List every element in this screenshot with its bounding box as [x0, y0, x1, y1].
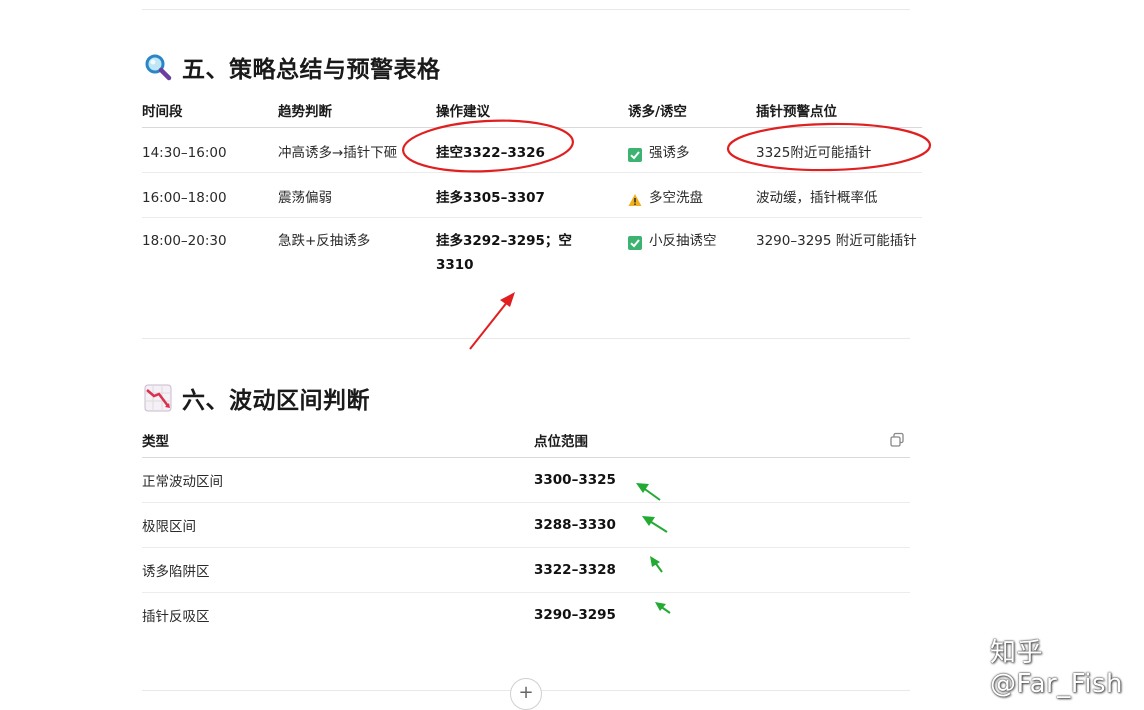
watermark: 知乎 @Far_Fish	[990, 638, 1124, 699]
cell-trend: 冲高诱多→插针下砸	[278, 145, 398, 161]
check-mark-icon	[628, 146, 642, 162]
table-row: 14:30–16:00 冲高诱多→插针下砸 挂空3322–3326 强诱多 33…	[142, 127, 922, 173]
section6-heading: 六、波动区间判断	[144, 381, 370, 415]
cell-lure: 多空洗盘	[628, 173, 703, 210]
chart-decreasing-icon	[144, 384, 172, 412]
cell-range: 3300–3325	[534, 457, 910, 503]
cell-time: 14:30–16:00	[142, 145, 227, 161]
check-mark-icon	[628, 234, 642, 250]
cell-range: 3290–3295	[534, 607, 616, 623]
cell-time: 18:00–20:30	[142, 233, 227, 249]
range-table: 类型 点位范围 正常波动区间 3300–3325 极限区间 3288–3330 …	[142, 423, 910, 637]
col-header-time: 时间段	[142, 93, 278, 128]
cell-warning: 3325附近可能插针	[756, 145, 872, 161]
add-block-button[interactable]: +	[510, 678, 542, 710]
table-row: 诱多陷阱区 3322–3328	[142, 547, 910, 593]
cell-lure-text: 强诱多	[649, 145, 690, 161]
col-header-range: 点位范围	[534, 423, 910, 458]
section5-title: 五、策略总结与预警表格	[182, 57, 441, 83]
table-row: 极限区间 3288–3330	[142, 502, 910, 548]
cell-type: 正常波动区间	[142, 457, 534, 503]
cell-trend: 震荡偏弱	[278, 190, 332, 206]
col-header-type: 类型	[142, 423, 534, 458]
cell-lure: 强诱多	[628, 128, 690, 165]
strategy-table: 时间段 趋势判断 操作建议 诱多/诱空 插针预警点位 14:30–16:00 冲…	[142, 93, 922, 306]
cell-lure: 小反抽诱空	[628, 218, 717, 253]
table-row: 正常波动区间 3300–3325	[142, 457, 910, 503]
cell-advice: 挂多3292–3295；空3310	[436, 233, 572, 273]
cell-range: 3322–3328	[534, 547, 910, 593]
cell-type: 诱多陷阱区	[142, 547, 534, 593]
cell-advice: 挂多3305–3307	[436, 190, 545, 206]
cell-type: 插针反吸区	[142, 609, 210, 625]
top-divider	[142, 9, 910, 10]
col-header-trend: 趋势判断	[278, 93, 436, 128]
table-header-row: 类型 点位范围	[142, 423, 910, 458]
table-row: 16:00–18:00 震荡偏弱 挂多3305–3307 多空洗盘 波动缓，插针…	[142, 172, 922, 218]
cell-lure-text: 小反抽诱空	[649, 233, 717, 249]
cell-range: 3288–3330	[534, 502, 910, 548]
section-divider	[142, 338, 910, 339]
cell-warning: 3290–3295 附近可能插针	[756, 233, 917, 249]
col-header-lure: 诱多/诱空	[628, 93, 756, 128]
section5-heading: 五、策略总结与预警表格	[144, 50, 441, 84]
col-header-advice: 操作建议	[436, 93, 628, 128]
warning-icon	[628, 191, 642, 206]
col-header-warning: 插针预警点位	[756, 93, 922, 128]
cell-lure-text: 多空洗盘	[649, 190, 703, 206]
cell-advice: 挂空3322–3326	[436, 145, 545, 161]
table-row: 18:00–20:30 急跌+反抽诱多 挂多3292–3295；空3310 小反…	[142, 218, 922, 307]
cell-type: 极限区间	[142, 502, 534, 548]
section6-title: 六、波动区间判断	[182, 388, 370, 414]
magnifier-icon	[144, 53, 172, 81]
cell-warning: 波动缓，插针概率低	[756, 190, 878, 206]
cell-trend: 急跌+反抽诱多	[278, 233, 371, 249]
table-row: 插针反吸区 3290–3295	[142, 593, 910, 638]
cell-time: 16:00–18:00	[142, 190, 227, 206]
table-header-row: 时间段 趋势判断 操作建议 诱多/诱空 插针预警点位	[142, 93, 922, 128]
